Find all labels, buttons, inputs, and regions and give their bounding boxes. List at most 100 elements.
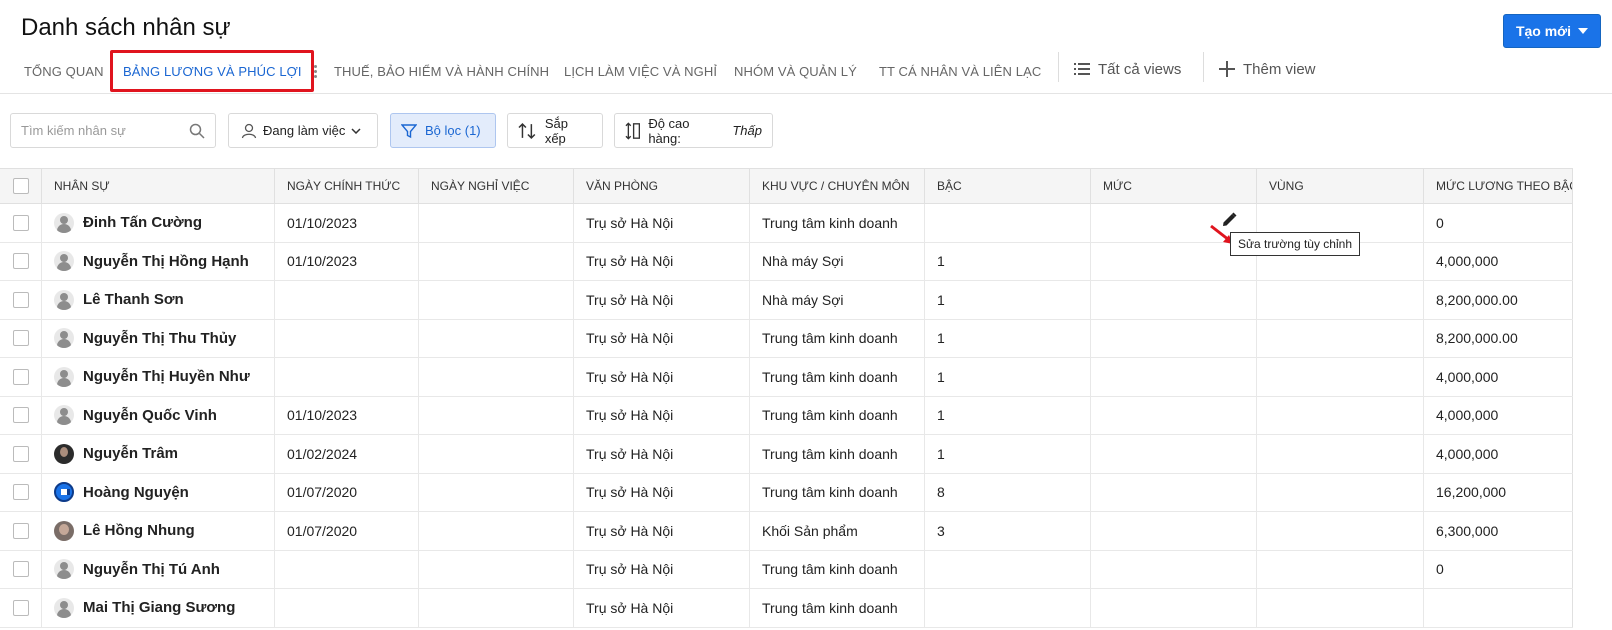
area-cell[interactable]: Khối Sản phẩm [750,512,925,550]
grade-cell[interactable] [925,204,1091,242]
sort-button[interactable]: Sắp xếp [507,113,603,148]
office-cell[interactable]: Trụ sở Hà Nội [574,473,750,511]
end-date-cell[interactable] [419,512,574,550]
level-cell[interactable] [1091,435,1257,473]
area-cell[interactable]: Trung tâm kinh doanh [750,204,925,242]
grade-cell[interactable]: 1 [925,358,1091,396]
office-cell[interactable]: Trụ sở Hà Nội [574,589,750,627]
add-view-button[interactable]: Thêm view [1219,52,1316,86]
table-row[interactable]: Hoàng Nguyện 01/07/2020 Trụ sở Hà Nội Trung… [0,473,1573,512]
region-cell[interactable] [1257,319,1424,357]
office-cell[interactable]: Trụ sở Hà Nội [574,512,750,550]
employee-name[interactable]: Nguyễn Quốc Vinh [83,407,217,424]
region-cell[interactable] [1257,281,1424,319]
employee-name[interactable]: Nguyễn Thị Thu Thủy [83,330,236,347]
salary-cell[interactable]: 8,200,000.00 [1424,319,1573,357]
salary-cell[interactable] [1424,589,1573,627]
level-cell[interactable] [1091,512,1257,550]
grade-cell[interactable]: 1 [925,396,1091,434]
start-date-cell[interactable]: 01/10/2023 [275,396,419,434]
grade-cell[interactable] [925,550,1091,588]
select-all-checkbox[interactable] [12,178,29,194]
grade-cell[interactable] [925,589,1091,627]
row-checkbox[interactable] [12,522,29,539]
end-date-cell[interactable] [419,550,574,588]
region-cell[interactable] [1257,550,1424,588]
table-row[interactable]: Nguyễn Thị Thu Thủy Trụ sở Hà Nội Trung tâ… [0,319,1573,358]
grade-cell[interactable]: 1 [925,242,1091,280]
header-grade[interactable]: BẬC [925,169,1091,203]
salary-cell[interactable]: 0 [1424,204,1573,242]
more-options-icon[interactable] [313,64,317,78]
row-checkbox[interactable] [12,445,29,462]
row-checkbox[interactable] [12,407,29,424]
start-date-cell[interactable] [275,358,419,396]
level-cell[interactable] [1091,396,1257,434]
header-end-date[interactable]: NGÀY NGHỈ VIỆC [419,169,574,203]
tab-personal-contact[interactable]: TT CÁ NHÂN VÀ LIÊN LẠC [879,52,1041,90]
header-salary-by-grade[interactable]: MỨC LƯƠNG THEO BẬC [1424,169,1573,203]
office-cell[interactable]: Trụ sở Hà Nội [574,281,750,319]
row-checkbox[interactable] [12,291,29,308]
table-row[interactable]: Lê Hồng Nhung 01/07/2020 Trụ sở Hà Nội Khối… [0,512,1573,551]
row-checkbox[interactable] [12,330,29,347]
start-date-cell[interactable] [275,319,419,357]
level-cell[interactable] [1091,550,1257,588]
area-cell[interactable]: Nhà máy Sợi [750,242,925,280]
header-office[interactable]: VĂN PHÒNG [574,169,750,203]
employee-name[interactable]: Lê Thanh Sơn [83,291,184,308]
level-cell[interactable] [1091,589,1257,627]
start-date-cell[interactable]: 01/10/2023 [275,242,419,280]
grade-cell[interactable]: 8 [925,473,1091,511]
employee-name[interactable]: Đinh Tấn Cường [83,214,202,231]
row-checkbox[interactable] [12,214,29,231]
table-row[interactable]: Nguyễn Thị Huyền Như Trụ sở Hà Nội Trung t… [0,358,1573,397]
area-cell[interactable]: Trung tâm kinh doanh [750,358,925,396]
region-cell[interactable] [1257,589,1424,627]
row-height-button[interactable]: Độ cao hàng: Thấp [614,113,773,148]
start-date-cell[interactable] [275,589,419,627]
employee-name[interactable]: Nguyễn Trâm [83,445,178,462]
end-date-cell[interactable] [419,473,574,511]
end-date-cell[interactable] [419,358,574,396]
start-date-cell[interactable] [275,281,419,319]
grade-cell[interactable]: 3 [925,512,1091,550]
area-cell[interactable]: Trung tâm kinh doanh [750,550,925,588]
start-date-cell[interactable]: 01/07/2020 [275,512,419,550]
office-cell[interactable]: Trụ sở Hà Nội [574,319,750,357]
employee-name[interactable]: Nguyễn Thị Hồng Hạnh [83,253,249,270]
end-date-cell[interactable] [419,319,574,357]
region-cell[interactable] [1257,512,1424,550]
header-level[interactable]: MỨC [1091,169,1257,203]
create-new-button[interactable]: Tạo mới [1503,14,1601,48]
level-cell[interactable] [1091,319,1257,357]
area-cell[interactable]: Trung tâm kinh doanh [750,473,925,511]
all-views-button[interactable]: Tất cả views [1074,52,1181,86]
tab-schedule-leave[interactable]: LỊCH LÀM VIỆC VÀ NGHỈ [564,52,717,90]
salary-cell[interactable]: 0 [1424,550,1573,588]
area-cell[interactable]: Trung tâm kinh doanh [750,435,925,473]
salary-cell[interactable]: 4,000,000 [1424,358,1573,396]
office-cell[interactable]: Trụ sở Hà Nội [574,358,750,396]
header-area[interactable]: KHU VỰC / CHUYÊN MÔN [750,169,925,203]
end-date-cell[interactable] [419,242,574,280]
salary-cell[interactable]: 4,000,000 [1424,396,1573,434]
employee-name[interactable]: Hoàng Nguyện [83,484,189,501]
filter-button[interactable]: Bộ lọc (1) [390,113,496,148]
employee-name[interactable]: Lê Hồng Nhung [83,522,195,539]
grade-cell[interactable]: 1 [925,281,1091,319]
area-cell[interactable]: Trung tâm kinh doanh [750,396,925,434]
region-cell[interactable] [1257,435,1424,473]
start-date-cell[interactable]: 01/02/2024 [275,435,419,473]
table-row[interactable]: Mai Thị Giang Sương Trụ sở Hà Nội Trung tâ… [0,589,1573,628]
level-cell[interactable] [1091,473,1257,511]
grade-cell[interactable]: 1 [925,319,1091,357]
employee-name[interactable]: Nguyễn Thị Tú Anh [83,561,220,578]
end-date-cell[interactable] [419,204,574,242]
office-cell[interactable]: Trụ sở Hà Nội [574,396,750,434]
table-row[interactable]: Nguyễn Thị Tú Anh Trụ sở Hà Nội Trung tâm … [0,550,1573,589]
search-input[interactable]: Tìm kiếm nhân sự [10,113,216,148]
table-row[interactable]: Nguyễn Trâm 01/02/2024 Trụ sở Hà Nội Trung … [0,435,1573,474]
start-date-cell[interactable] [275,550,419,588]
salary-cell[interactable]: 4,000,000 [1424,242,1573,280]
